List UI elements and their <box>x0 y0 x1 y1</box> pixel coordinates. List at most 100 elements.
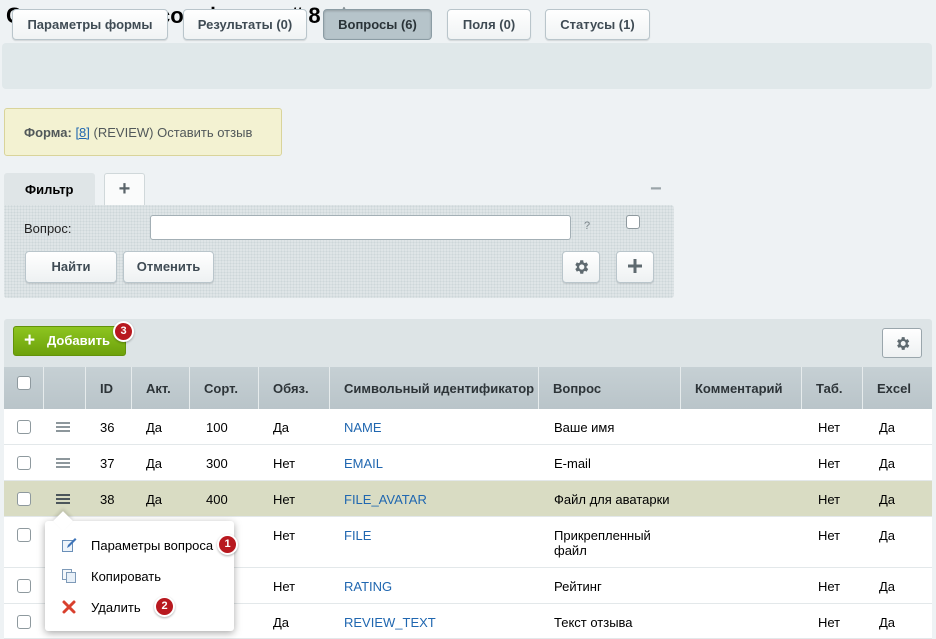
row-context-menu: Параметры вопроса Копировать Удалить <box>45 521 234 631</box>
add-badge: 3 <box>113 321 134 342</box>
cell-tab: Нет <box>818 615 841 630</box>
add-button-label: Добавить <box>47 333 110 348</box>
form-link[interactable]: [8] <box>75 125 89 140</box>
cell-code-link[interactable]: EMAIL <box>344 456 383 471</box>
column-header-sort[interactable]: Сорт. <box>190 367 259 409</box>
form-note-label: Форма: <box>24 125 72 140</box>
form-note-text: (REVIEW) Оставить отзыв <box>93 125 253 140</box>
cell-excel: Да <box>879 528 896 543</box>
delete-icon <box>62 600 76 614</box>
grid-settings-button[interactable] <box>882 328 922 358</box>
plus-icon <box>628 259 642 273</box>
tab-results[interactable]: Результаты (0) <box>183 9 307 40</box>
filter-question-label: Вопрос: <box>24 221 72 236</box>
column-header-required[interactable]: Обяз. <box>259 367 330 409</box>
filter-tab[interactable]: Фильтр <box>4 173 95 206</box>
column-header-tab[interactable]: Таб. <box>802 367 863 409</box>
tab-statuses[interactable]: Статусы (1) <box>545 9 650 40</box>
cell-tab: Нет <box>818 528 841 543</box>
cell-code-link[interactable]: FILE_AVATAR <box>344 492 427 507</box>
cell-id: 36 <box>100 420 115 435</box>
menu-item-delete[interactable]: Удалить <box>45 592 234 622</box>
row-checkbox[interactable] <box>17 528 31 542</box>
find-button[interactable]: Найти <box>25 251 117 283</box>
cell-question: Текст отзыва <box>554 615 633 630</box>
cell-required: Нет <box>273 528 296 543</box>
cell-sort: 300 <box>206 456 228 471</box>
menu-item-label: Удалить <box>91 600 141 615</box>
cell-question: Файл для аватарки <box>554 492 670 507</box>
tabs-panel <box>2 43 932 89</box>
cell-excel: Да <box>879 456 896 471</box>
cell-question: Рейтинг <box>554 579 602 594</box>
gear-icon <box>575 260 589 274</box>
cell-question: Прикрепленный файл <box>554 528 651 558</box>
tab-form-params[interactable]: Параметры формы <box>12 9 168 40</box>
cell-excel: Да <box>879 420 896 435</box>
cell-code-link[interactable]: REVIEW_TEXT <box>344 615 436 630</box>
table-row-highlighted[interactable]: 38 Да 400 Нет FILE_AVATAR Файл для авата… <box>4 481 932 517</box>
row-menu-icon[interactable] <box>56 457 70 469</box>
filter-add-tab[interactable]: + <box>104 173 145 205</box>
column-header-question[interactable]: Вопрос <box>539 367 681 409</box>
tab-questions[interactable]: Вопросы (6) <box>323 9 432 40</box>
column-header-code[interactable]: Символьный идентификатор <box>330 367 539 409</box>
filter-collapse-icon[interactable]: − <box>650 178 662 201</box>
cell-required: Нет <box>273 456 296 471</box>
filter-question-input[interactable] <box>150 215 571 240</box>
menu-item-question-params[interactable]: Параметры вопроса <box>45 530 234 560</box>
cell-excel: Да <box>879 492 896 507</box>
cell-required: Нет <box>273 492 296 507</box>
select-all-checkbox[interactable] <box>17 376 31 390</box>
cell-tab: Нет <box>818 456 841 471</box>
cell-excel: Да <box>879 615 896 630</box>
row-checkbox[interactable] <box>17 420 31 434</box>
column-header-active[interactable]: Акт. <box>132 367 190 409</box>
cell-tab: Нет <box>818 579 841 594</box>
cell-sort: 100 <box>206 420 228 435</box>
cell-tab: Нет <box>818 492 841 507</box>
column-header-excel[interactable]: Excel <box>863 367 932 409</box>
row-checkbox[interactable] <box>17 579 31 593</box>
cell-active: Да <box>146 492 163 507</box>
header-actions-cell <box>44 367 86 409</box>
filter-settings-button[interactable] <box>562 251 600 283</box>
filter-add-field-button[interactable] <box>616 251 654 283</box>
cell-sort: 400 <box>206 492 228 507</box>
filter-checkbox[interactable] <box>626 215 640 229</box>
cell-code-link[interactable]: NAME <box>344 420 382 435</box>
cell-code-link[interactable]: RATING <box>344 579 392 594</box>
cell-tab: Нет <box>818 420 841 435</box>
row-menu-icon[interactable] <box>56 493 70 505</box>
cancel-button[interactable]: Отменить <box>123 251 214 283</box>
row-checkbox[interactable] <box>17 456 31 470</box>
cell-active: Да <box>146 456 163 471</box>
edit-icon <box>62 538 77 552</box>
cell-required: Нет <box>273 579 296 594</box>
menu-badge-2: 2 <box>154 596 175 617</box>
cell-required: Да <box>273 420 290 435</box>
cell-id: 37 <box>100 456 115 471</box>
form-note: Форма: [8] (REVIEW) Оставить отзыв <box>4 108 282 156</box>
cell-question: E-mail <box>554 456 591 471</box>
cell-code-link[interactable]: FILE <box>344 528 371 543</box>
table-row[interactable]: 36 Да 100 Да NAME Ваше имя Нет Да <box>4 409 932 445</box>
tab-fields[interactable]: Поля (0) <box>447 9 531 40</box>
grid-header: ID Акт. Сорт. Обяз. Символьный идентифик… <box>4 367 932 409</box>
row-menu-icon[interactable] <box>56 421 70 433</box>
gear-icon <box>897 337 910 350</box>
copy-icon <box>62 569 76 583</box>
plus-icon: + <box>24 330 36 351</box>
row-checkbox[interactable] <box>17 615 31 629</box>
row-checkbox[interactable] <box>17 492 31 506</box>
filter-help-icon[interactable]: ? <box>584 220 590 232</box>
column-header-id[interactable]: ID <box>86 367 132 409</box>
cell-required: Да <box>273 615 290 630</box>
header-select-all-cell <box>4 367 44 409</box>
table-row[interactable]: 37 Да 300 Нет EMAIL E-mail Нет Да <box>4 445 932 481</box>
column-header-comment[interactable]: Комментарий <box>681 367 802 409</box>
add-button[interactable]: + Добавить <box>13 326 126 356</box>
menu-item-copy[interactable]: Копировать <box>45 561 234 591</box>
list-toolbar <box>4 319 932 367</box>
menu-item-label: Копировать <box>91 569 161 584</box>
